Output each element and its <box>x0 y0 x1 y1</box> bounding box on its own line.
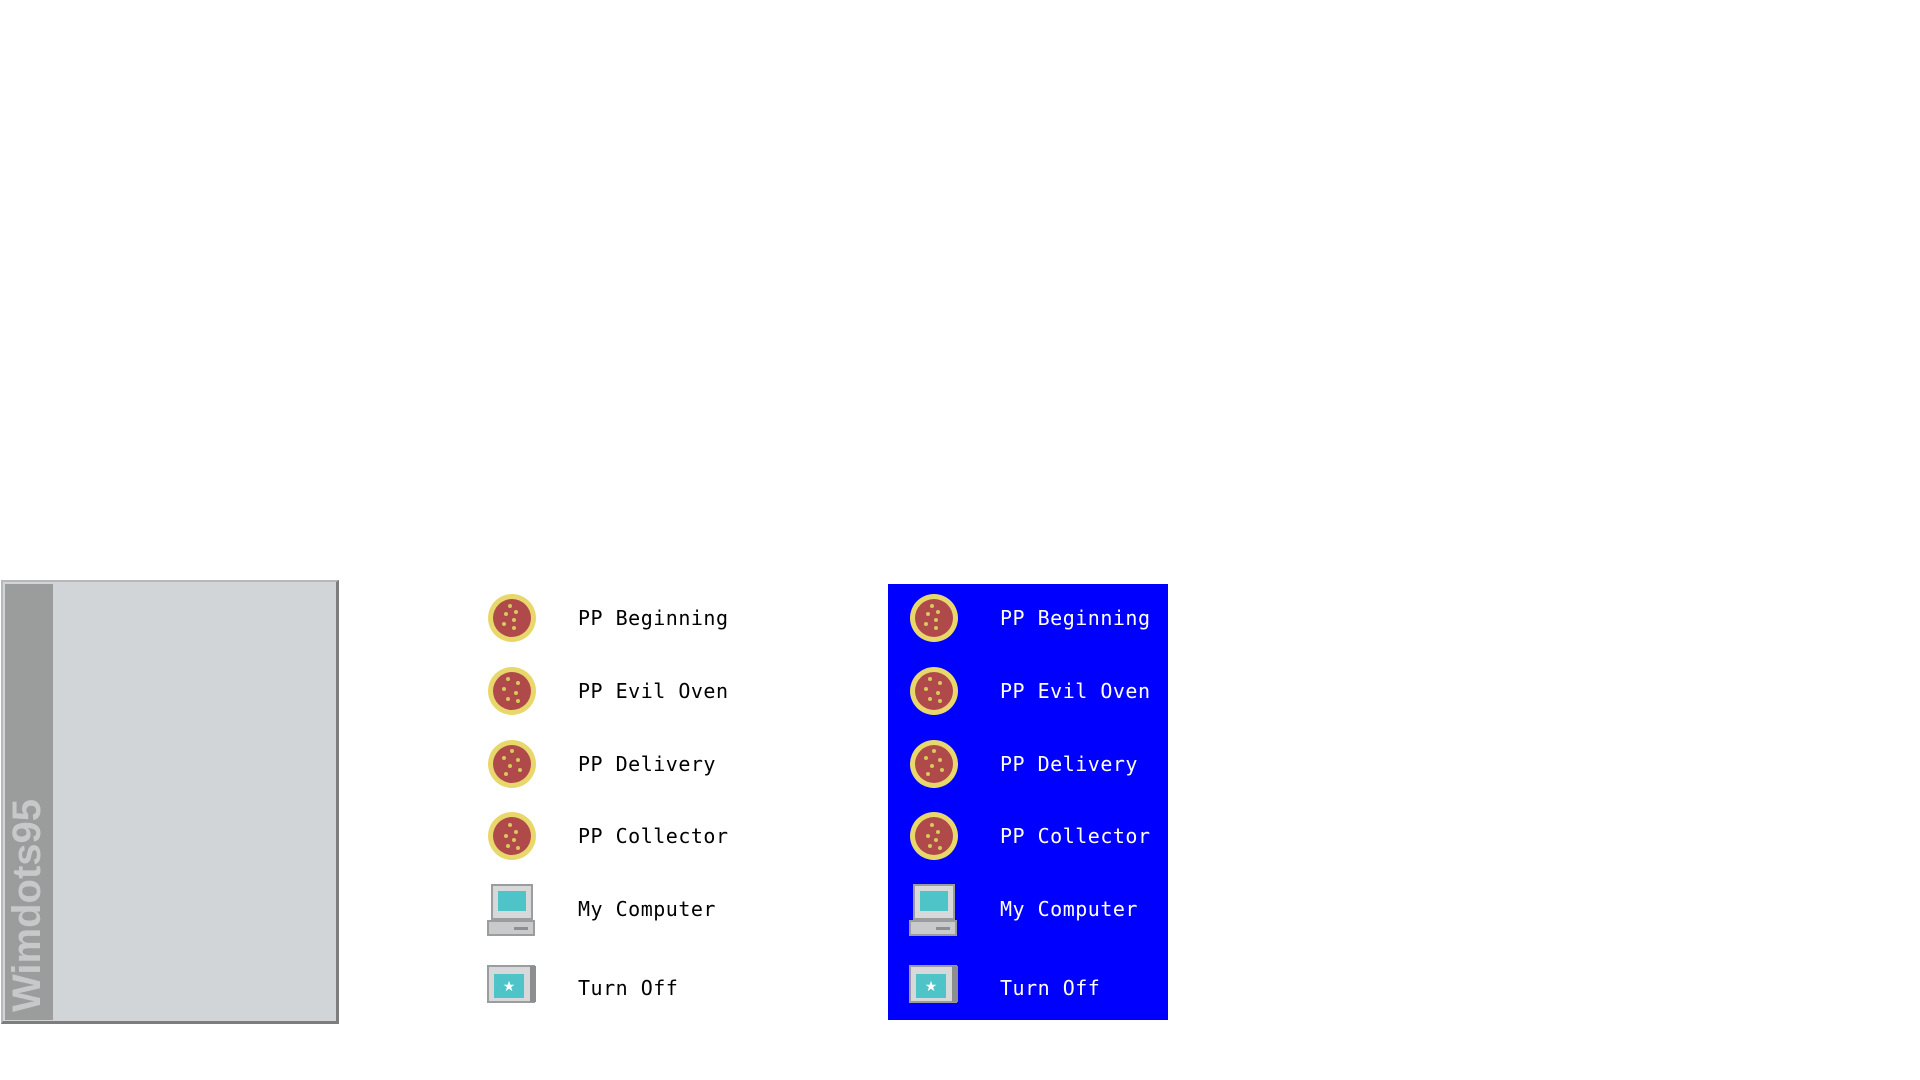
menu-item-label: PP Delivery <box>578 752 716 776</box>
pizza-icon <box>908 665 960 717</box>
menu-item-label: Turn Off <box>1000 976 1101 1000</box>
menu-item-label: My Computer <box>578 897 716 921</box>
menu-item-label: My Computer <box>1000 897 1138 921</box>
menu-item-label: PP Collector <box>1000 824 1151 848</box>
pizza-icon <box>486 738 538 790</box>
power-icon: ★ <box>908 962 960 1014</box>
menu-list-highlighted: PP Beginning PP Evil Oven PP Delivery PP… <box>888 584 1168 1020</box>
computer-icon <box>908 883 960 936</box>
menu-item-label: PP Evil Oven <box>1000 679 1151 703</box>
menu-item-pp-beginning[interactable]: PP Beginning <box>888 584 1168 644</box>
menu-item-pp-evil-oven[interactable]: PP Evil Oven <box>480 657 740 717</box>
menu-item-label: Turn Off <box>578 976 679 1000</box>
menu-item-turn-off[interactable]: ★ Turn Off <box>480 954 740 1014</box>
svg-text:★: ★ <box>925 979 938 995</box>
pizza-icon <box>486 665 538 717</box>
menu-item-pp-collector[interactable]: PP Collector <box>480 802 740 862</box>
menu-item-label: PP Beginning <box>1000 606 1151 630</box>
pizza-icon <box>908 738 960 790</box>
pizza-icon <box>908 810 960 862</box>
menu-item-label: PP Delivery <box>1000 752 1138 776</box>
computer-icon <box>486 883 538 936</box>
start-menu-panel: Wimdots95 <box>1 580 339 1024</box>
menu-list: PP Beginning PP Evil Oven PP Delivery PP… <box>480 584 740 1020</box>
menu-item-pp-delivery[interactable]: PP Delivery <box>480 730 740 790</box>
menu-item-turn-off[interactable]: ★ Turn Off <box>888 954 1168 1014</box>
start-menu-sidebar: Wimdots95 <box>5 584 53 1020</box>
menu-item-pp-beginning[interactable]: PP Beginning <box>480 584 740 644</box>
menu-item-label: PP Evil Oven <box>578 679 729 703</box>
menu-item-my-computer[interactable]: My Computer <box>888 875 1168 936</box>
menu-item-pp-delivery[interactable]: PP Delivery <box>888 730 1168 790</box>
start-menu-brand: Wimdots95 <box>5 798 49 1012</box>
menu-item-pp-evil-oven[interactable]: PP Evil Oven <box>888 657 1168 717</box>
pizza-icon <box>486 592 538 644</box>
menu-item-my-computer[interactable]: My Computer <box>480 875 740 936</box>
menu-item-label: PP Collector <box>578 824 729 848</box>
menu-item-pp-collector[interactable]: PP Collector <box>888 802 1168 862</box>
svg-text:★: ★ <box>503 979 516 995</box>
power-icon: ★ <box>486 962 538 1014</box>
pizza-icon <box>486 810 538 862</box>
pizza-icon <box>908 592 960 644</box>
menu-item-label: PP Beginning <box>578 606 729 630</box>
desktop: Wimdots95 PP Beginning PP Evil Oven PP D… <box>0 0 1920 1080</box>
